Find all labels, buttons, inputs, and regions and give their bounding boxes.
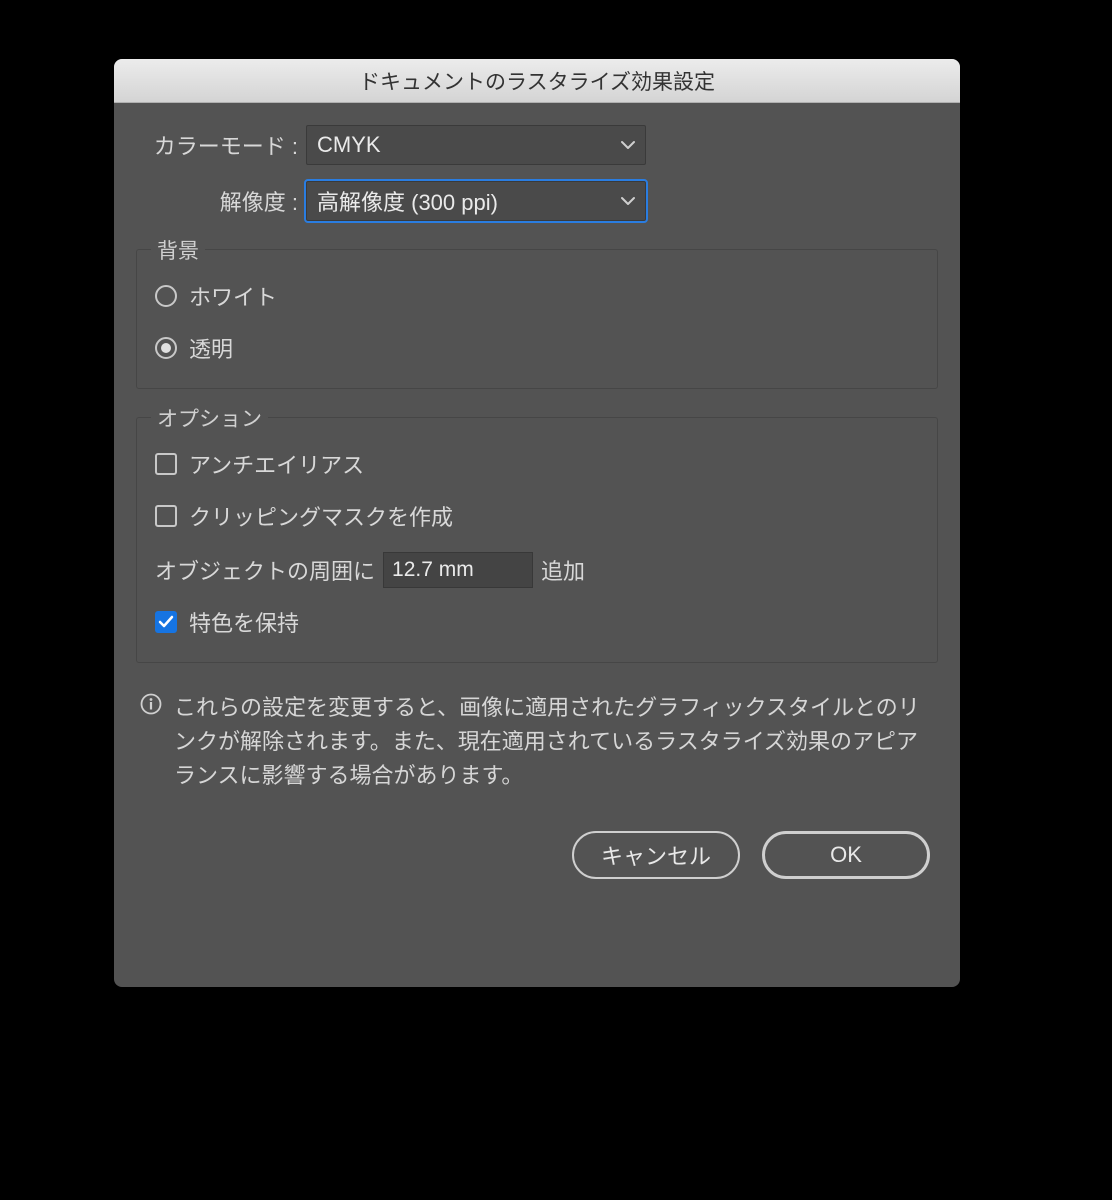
- rasterize-effects-dialog: ドキュメントのラスタライズ効果設定 カラーモード : CMYK 解像度 : 高解…: [114, 59, 960, 987]
- chevron-down-icon: [621, 196, 635, 206]
- background-white-label: ホワイト: [189, 280, 277, 312]
- cancel-button[interactable]: キャンセル: [572, 831, 740, 879]
- background-transparent-label: 透明: [189, 332, 233, 364]
- dialog-titlebar: ドキュメントのラスタライズ効果設定: [114, 59, 960, 103]
- cancel-label: キャンセル: [601, 839, 711, 871]
- background-legend: 背景: [151, 235, 205, 265]
- info-text: これらの設定を変更すると、画像に適用されたグラフィックスタイルとのリンクが解除さ…: [168, 691, 934, 793]
- radio-white[interactable]: [155, 285, 177, 307]
- clipping-mask-row[interactable]: クリッピングマスクを作成: [155, 500, 919, 532]
- resolution-select[interactable]: 高解像度 (300 ppi): [306, 181, 646, 221]
- options-fieldset: オプション アンチエイリアス クリッピングマスクを作成 オブジェクトの周囲に 追…: [136, 417, 938, 663]
- dialog-title: ドキュメントのラスタライズ効果設定: [359, 66, 715, 96]
- checkbox-antialias[interactable]: [155, 453, 177, 475]
- ok-button[interactable]: OK: [762, 831, 930, 879]
- color-mode-value: CMYK: [317, 132, 381, 158]
- color-mode-label: カラーモード :: [136, 129, 306, 161]
- info-icon: [140, 691, 168, 721]
- antialias-label: アンチエイリアス: [189, 448, 364, 480]
- color-mode-row: カラーモード : CMYK: [136, 125, 938, 165]
- options-legend: オプション: [151, 403, 268, 433]
- add-around-prefix: オブジェクトの周囲に: [155, 554, 375, 586]
- chevron-down-icon: [621, 140, 635, 150]
- add-around-input[interactable]: [383, 552, 533, 588]
- preserve-spot-row[interactable]: 特色を保持: [155, 606, 919, 638]
- ok-label: OK: [830, 842, 862, 868]
- info-row: これらの設定を変更すると、画像に適用されたグラフィックスタイルとのリンクが解除さ…: [136, 691, 938, 793]
- resolution-label: 解像度 :: [136, 185, 306, 217]
- checkbox-preserve-spot[interactable]: [155, 611, 177, 633]
- antialias-row[interactable]: アンチエイリアス: [155, 448, 919, 480]
- button-row: キャンセル OK: [136, 831, 938, 879]
- background-transparent-row[interactable]: 透明: [155, 332, 919, 364]
- color-mode-select[interactable]: CMYK: [306, 125, 646, 165]
- clipping-mask-label: クリッピングマスクを作成: [189, 500, 453, 532]
- dialog-content: カラーモード : CMYK 解像度 : 高解像度 (300 ppi) 背景 ホワ: [114, 103, 960, 879]
- radio-transparent[interactable]: [155, 337, 177, 359]
- resolution-value: 高解像度 (300 ppi): [317, 185, 498, 217]
- preserve-spot-label: 特色を保持: [189, 606, 299, 638]
- background-fieldset: 背景 ホワイト 透明: [136, 249, 938, 389]
- checkbox-clipping-mask[interactable]: [155, 505, 177, 527]
- add-around-row: オブジェクトの周囲に 追加: [155, 552, 919, 588]
- background-white-row[interactable]: ホワイト: [155, 280, 919, 312]
- add-around-suffix: 追加: [541, 554, 585, 586]
- resolution-row: 解像度 : 高解像度 (300 ppi): [136, 181, 938, 221]
